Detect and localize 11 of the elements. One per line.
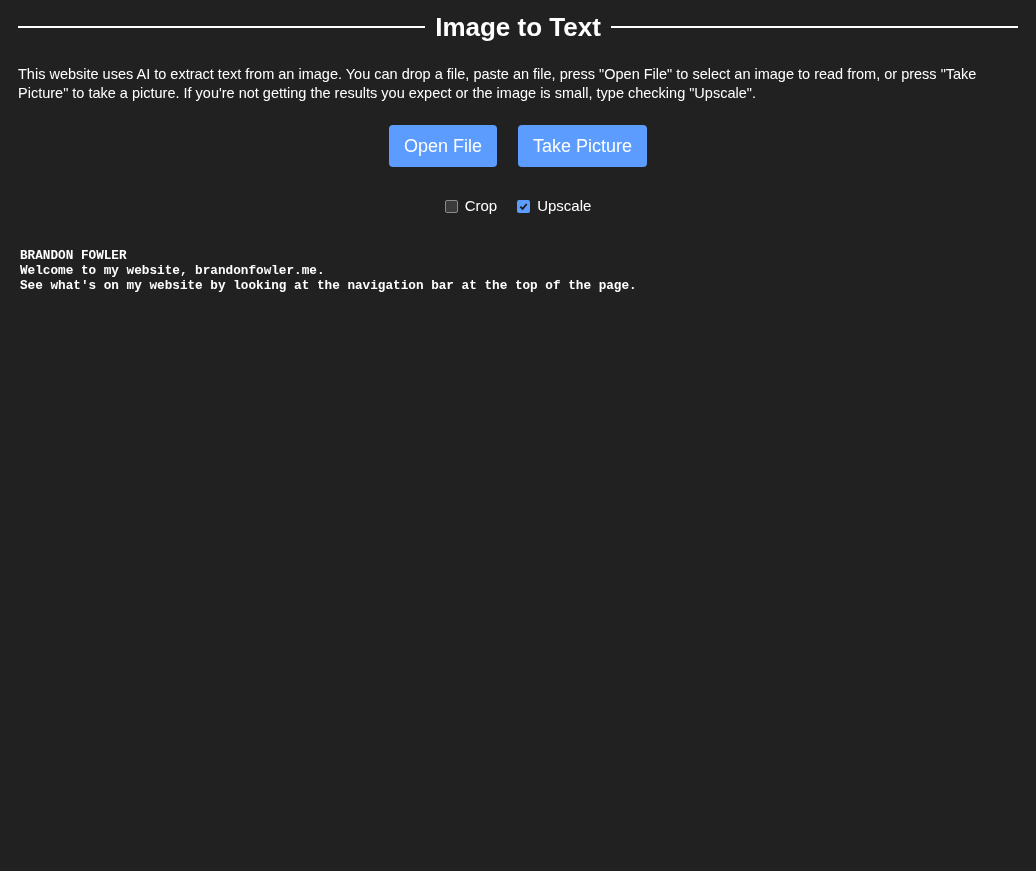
output-text-line: BRANDON FOWLER [20,247,127,263]
checkbox[interactable] [444,199,458,213]
action-button[interactable]: Take Picture [518,125,648,167]
checkbox[interactable] [517,199,531,213]
checkbox-label: Upscale [537,196,592,216]
output-text-line: See what's on my website by looking at the navigation bar at the top of the page. [20,277,637,293]
description-text: This website uses AI to extract text from an image. You can drop a file, paste an file, press "Open File" to select an image to read from, or press "Take Picture" to take a picture. If you're not getting the results you expect or the image is small, type checking "Upscale". [18,65,978,103]
action-button[interactable]: Open File [388,125,497,167]
page-title: Image to Text [435,11,601,44]
checkbox-label: Crop [464,196,498,216]
output-text-line: Welcome to my website, brandonfowler.me. [20,262,325,278]
